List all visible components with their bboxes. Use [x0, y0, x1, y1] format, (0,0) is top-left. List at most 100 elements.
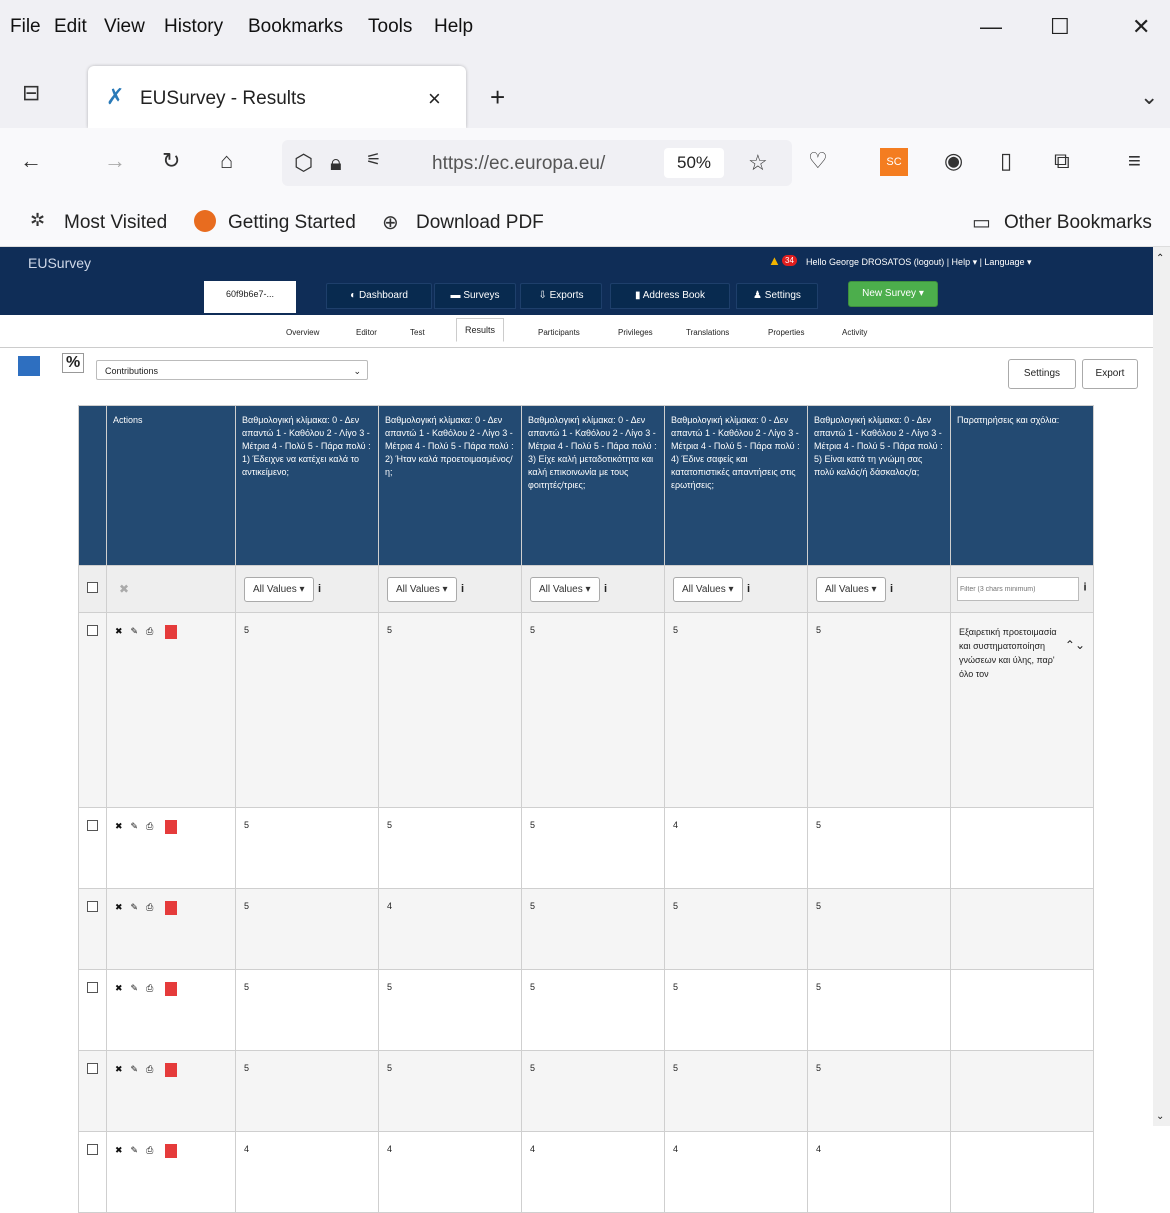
row-checkbox[interactable] [87, 820, 98, 831]
edit-icon[interactable]: ✎ [131, 902, 139, 912]
info-icon[interactable]: i [318, 583, 321, 595]
tab-translations[interactable]: Translations [686, 328, 729, 337]
menu-view[interactable]: View [104, 16, 145, 38]
delete-icon[interactable]: ✖ [115, 821, 123, 831]
info-icon[interactable]: i [604, 583, 607, 595]
tab-overview[interactable]: Overview [286, 328, 319, 337]
pdf-icon[interactable] [165, 820, 178, 834]
bookmark-download-pdf[interactable]: Download PDF [416, 212, 544, 234]
survey-id-tab[interactable]: 60f9b6e7-... [204, 281, 296, 313]
bookmark-getting-started[interactable]: Getting Started [228, 212, 356, 234]
extension-sc-icon[interactable]: SC [880, 148, 908, 176]
print-icon[interactable]: ⎙ [146, 1064, 153, 1074]
forward-icon[interactable]: → [104, 148, 126, 174]
row-checkbox[interactable] [87, 1144, 98, 1155]
nav-dashboard[interactable]: ◐ Dashboard [326, 283, 432, 309]
tab-list-icon[interactable]: ⊟ [22, 80, 40, 106]
pdf-icon[interactable] [165, 901, 178, 915]
shield-icon[interactable]: ⬡ [294, 150, 313, 176]
page-icon[interactable]: ▯ [1000, 148, 1012, 174]
account-icon[interactable]: ◉ [944, 148, 963, 174]
maximize-button[interactable]: ☐ [1050, 14, 1070, 40]
tab-close-icon[interactable]: × [428, 86, 441, 112]
menu-edit[interactable]: Edit [54, 16, 87, 38]
scroll-down-icon[interactable]: ⌄ [1156, 1111, 1164, 1122]
filter-q1[interactable]: All Values ▾ [244, 576, 314, 602]
menu-file[interactable]: File [10, 16, 41, 38]
hamburger-menu-icon[interactable]: ≡ [1128, 148, 1141, 174]
export-button[interactable]: Export [1082, 359, 1138, 389]
info-icon[interactable]: i [1083, 582, 1086, 594]
menu-tools[interactable]: Tools [368, 16, 412, 38]
table-view-icon[interactable] [18, 356, 40, 376]
filter-q5[interactable]: All Values ▾ [816, 576, 886, 602]
row-checkbox[interactable] [87, 982, 98, 993]
extensions-icon[interactable]: ⧉ [1054, 148, 1070, 174]
tab-test[interactable]: Test [410, 328, 425, 337]
pdf-icon[interactable] [165, 1063, 178, 1077]
print-icon[interactable]: ⎙ [146, 983, 153, 993]
menu-bookmarks[interactable]: Bookmarks [248, 16, 343, 38]
delete-icon[interactable]: ✖ [115, 983, 123, 993]
edit-icon[interactable]: ✎ [131, 1064, 139, 1074]
clear-filter-icon[interactable]: ✖ [119, 582, 129, 596]
bell-icon[interactable]: ▲ [768, 253, 781, 268]
edit-icon[interactable]: ✎ [131, 626, 139, 636]
pdf-icon[interactable] [165, 1144, 178, 1158]
nav-address-book[interactable]: ▮ Address Book [610, 283, 730, 309]
info-icon[interactable]: i [747, 583, 750, 595]
bookmark-star-icon[interactable]: ☆ [748, 150, 768, 176]
print-icon[interactable]: ⎙ [146, 821, 153, 831]
filter-q3[interactable]: All Values ▾ [530, 576, 600, 602]
info-icon[interactable]: i [461, 583, 464, 595]
row-checkbox[interactable] [87, 1063, 98, 1074]
delete-icon[interactable]: ✖ [115, 1145, 123, 1155]
reload-icon[interactable]: ↻ [162, 148, 180, 174]
delete-icon[interactable]: ✖ [115, 902, 123, 912]
close-window-button[interactable]: ✕ [1132, 14, 1150, 40]
pocket-icon[interactable]: ♡ [808, 148, 828, 174]
filter-q2[interactable]: All Values ▾ [387, 576, 457, 602]
eusurvey-logo[interactable]: EUSurvey [28, 255, 91, 271]
tab-privileges[interactable]: Privileges [618, 328, 653, 337]
view-select[interactable]: Contributions ⌄ [96, 360, 368, 380]
nav-exports[interactable]: ⇩ Exports [520, 283, 602, 309]
edit-icon[interactable]: ✎ [131, 1145, 139, 1155]
filter-q4[interactable]: All Values ▾ [673, 576, 743, 602]
edit-icon[interactable]: ✎ [131, 821, 139, 831]
comments-filter-input[interactable] [957, 577, 1079, 601]
list-all-tabs-icon[interactable]: ⌄ [1140, 84, 1158, 110]
tab-participants[interactable]: Participants [538, 328, 580, 337]
print-icon[interactable]: ⎙ [146, 902, 153, 912]
zoom-level[interactable]: 50% [664, 148, 724, 178]
print-icon[interactable]: ⎙ [146, 1145, 153, 1155]
delete-icon[interactable]: ✖ [115, 626, 123, 636]
select-all-checkbox[interactable] [87, 582, 98, 593]
nav-surveys[interactable]: ▬ Surveys [434, 283, 516, 309]
tab-activity[interactable]: Activity [842, 328, 867, 337]
comment-scroll-icon[interactable]: ⌃⌄ [1065, 625, 1085, 665]
edit-icon[interactable]: ✎ [131, 983, 139, 993]
tab-results[interactable]: Results [456, 318, 505, 342]
new-tab-button[interactable]: + [490, 82, 505, 113]
tab-editor[interactable]: Editor [356, 328, 377, 337]
user-menu[interactable]: Hello George DROSATOS (logout) | Help ▾ … [806, 257, 1032, 268]
row-checkbox[interactable] [87, 625, 98, 636]
menu-history[interactable]: History [164, 16, 223, 38]
row-checkbox[interactable] [87, 901, 98, 912]
bookmark-other[interactable]: Other Bookmarks [1004, 212, 1152, 234]
url-text[interactable]: https://ec.europa.eu/ [432, 153, 605, 175]
print-icon[interactable]: ⎙ [146, 626, 153, 636]
lock-icon[interactable]: 🔒︎ [330, 150, 342, 176]
pdf-icon[interactable] [165, 625, 178, 639]
percent-view-icon[interactable]: % [62, 353, 85, 373]
scroll-up-icon[interactable]: ⌃ [1156, 253, 1164, 264]
bookmark-most-visited[interactable]: Most Visited [64, 212, 167, 234]
new-survey-button[interactable]: New Survey ▾ [848, 281, 938, 307]
tab-properties[interactable]: Properties [768, 328, 804, 337]
pdf-icon[interactable] [165, 982, 178, 996]
active-tab[interactable]: ✗ EUSurvey - Results × [88, 66, 466, 128]
home-icon[interactable]: ⌂ [220, 148, 233, 174]
settings-button[interactable]: Settings [1008, 359, 1076, 389]
url-bar[interactable]: ⬡ 🔒︎ ⚟ https://ec.europa.eu/ 50% ☆ [282, 140, 792, 186]
